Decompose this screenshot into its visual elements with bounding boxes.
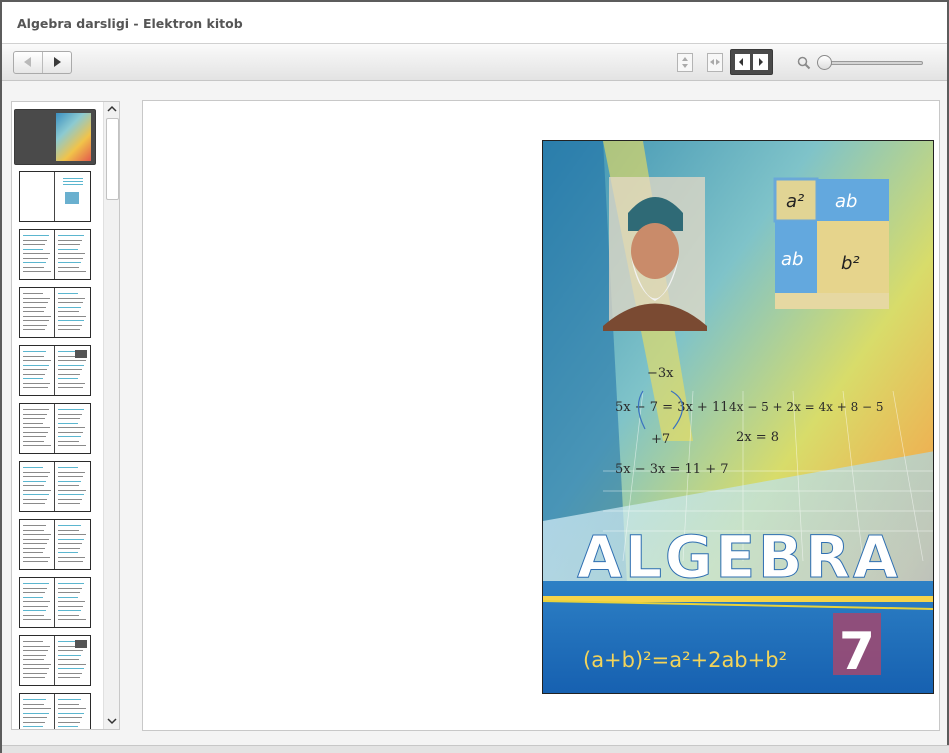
thumbnail-page-left bbox=[20, 694, 55, 729]
thumbnail-page-right bbox=[55, 636, 90, 685]
thumbnail-page-right bbox=[55, 346, 90, 395]
thumbnail-page-left bbox=[20, 578, 55, 627]
chevron-up-icon bbox=[107, 105, 117, 112]
book-cover-page: a² ab ab b² −3x 5x − 7 = 3x + 11 +7 5x −… bbox=[542, 140, 934, 694]
thumbnail-item[interactable] bbox=[19, 577, 91, 628]
zoom-slider-track bbox=[821, 61, 923, 65]
square-label-a2: a² bbox=[786, 191, 804, 212]
thumbnail-page-left bbox=[20, 172, 55, 221]
two-page-icon bbox=[735, 54, 750, 70]
previous-page-button[interactable] bbox=[14, 52, 42, 73]
thumbnail-item[interactable] bbox=[19, 635, 91, 686]
thumbnail-panel bbox=[11, 101, 120, 730]
status-bar bbox=[2, 745, 949, 753]
thumbnail-item[interactable] bbox=[14, 109, 96, 165]
single-page-view-button[interactable] bbox=[707, 53, 723, 72]
square-label-b2: b² bbox=[841, 253, 860, 274]
thumbnail-page-right bbox=[55, 578, 90, 627]
thumbnail-page-left bbox=[15, 110, 55, 164]
cover-title: ALGEBRA bbox=[577, 523, 901, 591]
scrollbar-thumb[interactable] bbox=[106, 118, 119, 200]
thumbnail-page-left bbox=[20, 462, 55, 511]
thumbnail-page-right bbox=[55, 113, 91, 161]
cover-formula: (a+b)²=a²+2ab+b² bbox=[583, 648, 787, 672]
two-page-icon-right bbox=[753, 54, 768, 70]
thumbnail-page-left bbox=[20, 230, 55, 279]
chevron-down-icon bbox=[107, 718, 117, 725]
square-label-ab-left: ab bbox=[781, 249, 803, 270]
toolbar bbox=[2, 44, 947, 81]
grade-number: 7 bbox=[839, 622, 875, 682]
thumbnail-scrollbar[interactable] bbox=[103, 102, 119, 729]
thumbnail-page-left bbox=[20, 288, 55, 337]
equation-1: 5x − 7 = 3x + 11 bbox=[615, 400, 729, 415]
window-title: Algebra darsligi - Elektron kitob bbox=[17, 16, 243, 31]
book-cover-illustration: a² ab ab b² −3x 5x − 7 = 3x + 11 +7 5x −… bbox=[543, 141, 933, 693]
thumbnail-page-right bbox=[55, 520, 90, 569]
thumbnail-page-left bbox=[20, 346, 55, 395]
equation-right-1: 4x − 5 + 2x = 4x + 8 − 5 bbox=[729, 400, 884, 414]
thumbnail-item[interactable] bbox=[19, 461, 91, 512]
double-page-view-button[interactable] bbox=[730, 49, 773, 75]
thumbnail-page-right bbox=[55, 462, 90, 511]
app-window: Algebra darsligi - Elektron kitob a² ab … bbox=[0, 0, 949, 753]
thumbnail-item[interactable] bbox=[19, 287, 91, 338]
thumbnail-page-left bbox=[20, 404, 55, 453]
thumbnail-item[interactable] bbox=[19, 519, 91, 570]
vertical-scroll-view-button[interactable] bbox=[677, 53, 693, 72]
page-viewer[interactable]: a² ab ab b² −3x 5x − 7 = 3x + 11 +7 5x −… bbox=[142, 100, 940, 731]
thumbnail-item[interactable] bbox=[19, 403, 91, 454]
zoom-slider[interactable] bbox=[817, 55, 925, 71]
scroll-down-button[interactable] bbox=[104, 714, 119, 729]
scroll-up-button[interactable] bbox=[104, 102, 119, 117]
page-navigation bbox=[13, 51, 72, 74]
thumbnail-page-left bbox=[20, 520, 55, 569]
thumbnail-page-right bbox=[55, 172, 90, 221]
zoom-slider-handle[interactable] bbox=[817, 55, 832, 70]
equation-3: 5x − 3x = 11 + 7 bbox=[615, 462, 729, 477]
equation-right-2: 2x = 8 bbox=[736, 430, 779, 445]
thumbnail-page-right bbox=[55, 404, 90, 453]
thumbnail-item[interactable] bbox=[19, 693, 91, 729]
thumbnail-item[interactable] bbox=[19, 229, 91, 280]
thumbnail-page-right bbox=[55, 230, 90, 279]
title-bar: Algebra darsligi - Elektron kitob bbox=[2, 2, 947, 44]
equation-arrow-bottom: +7 bbox=[651, 432, 670, 447]
next-page-button[interactable] bbox=[42, 52, 71, 73]
thumbnail-item[interactable] bbox=[19, 345, 91, 396]
square-label-ab-top: ab bbox=[835, 191, 857, 212]
thumbnail-page-right bbox=[55, 694, 90, 729]
triangle-right-icon bbox=[54, 57, 62, 67]
thumbnail-item[interactable] bbox=[19, 171, 91, 222]
thumbnail-page-right bbox=[55, 288, 90, 337]
equation-arrow-top: −3x bbox=[647, 366, 674, 381]
triangle-left-icon bbox=[24, 57, 31, 67]
magnifier-icon bbox=[797, 56, 811, 70]
thumbnail-page-left bbox=[20, 636, 55, 685]
